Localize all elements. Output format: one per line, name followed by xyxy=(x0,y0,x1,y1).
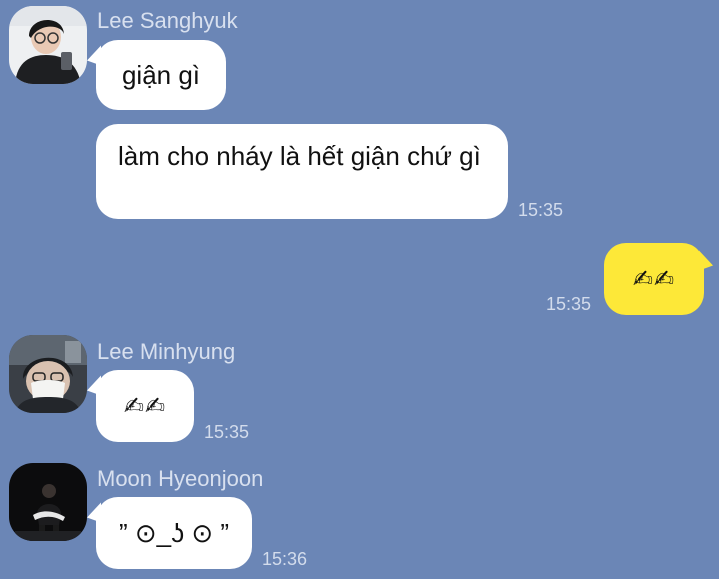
message-bubble[interactable]: làm cho nháy là hết giận chứ gì xyxy=(96,124,508,219)
avatar-lee-minhyung[interactable] xyxy=(9,335,87,413)
chat-thread: Lee Sanghyuk giận gì làm cho nháy là hết… xyxy=(0,0,719,579)
avatar-moon-hyeonjoon[interactable] xyxy=(9,463,87,541)
message-text: giận gì xyxy=(121,60,201,90)
sender-name: Lee Minhyung xyxy=(97,339,236,364)
message-text: ” ⊙_ʖ ⊙ ” xyxy=(118,518,230,548)
message-timestamp: 15:35 xyxy=(546,294,592,314)
sender-name: Moon Hyeonjoon xyxy=(97,466,264,491)
message-bubble[interactable]: ✍✍ xyxy=(96,370,194,442)
message-text: ✍✍ xyxy=(123,392,167,420)
my-message-bubble[interactable]: ✍✍ xyxy=(604,243,704,315)
avatar-lee-sanghyuk[interactable] xyxy=(9,6,87,84)
message-timestamp: 15:36 xyxy=(262,549,308,569)
profile-photo-moon-hyeonjoon-icon xyxy=(9,463,87,541)
profile-photo-lee-sanghyuk-icon xyxy=(9,6,87,84)
message-bubble[interactable]: giận gì xyxy=(96,40,226,110)
message-text: làm cho nháy là hết giận chứ gì xyxy=(118,141,481,171)
message-timestamp: 15:35 xyxy=(518,200,564,220)
profile-photo-lee-minhyung-icon xyxy=(9,335,87,413)
message-bubble[interactable]: ” ⊙_ʖ ⊙ ” xyxy=(96,497,252,569)
sender-name: Lee Sanghyuk xyxy=(97,8,238,33)
message-timestamp: 15:35 xyxy=(204,422,250,442)
message-text: ✍✍ xyxy=(632,265,676,293)
